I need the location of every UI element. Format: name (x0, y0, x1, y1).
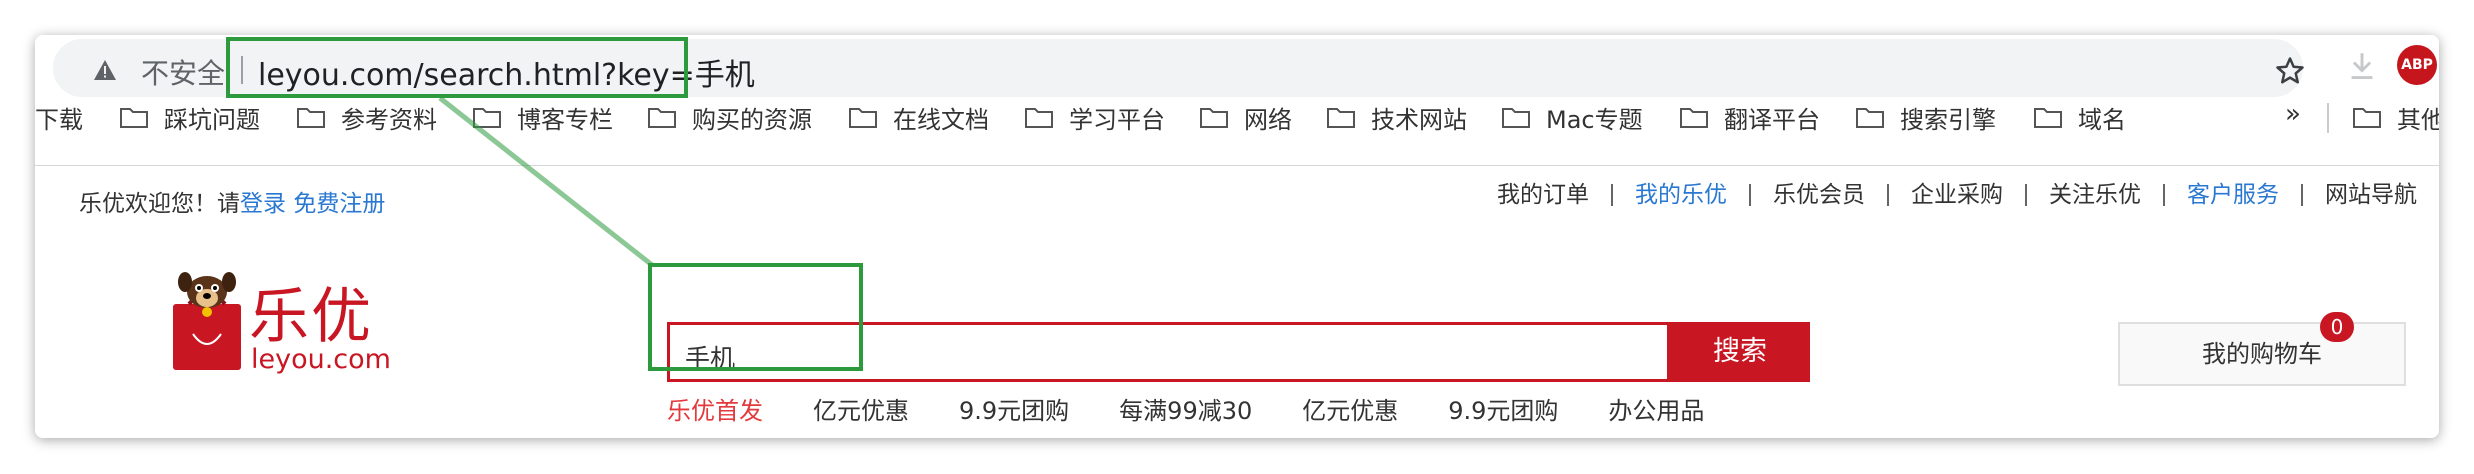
bookmark-folder[interactable]: 翻译平台 (1680, 99, 1820, 135)
hot-keywords: 乐优首发 亿元优惠 9.9元团购 每满99减30 亿元优惠 9.9元团购 办公用… (667, 391, 1754, 426)
site-logo[interactable]: 乐优 leyou.com (165, 264, 405, 375)
bookmark-label: 踩坑问题 (164, 105, 260, 134)
logo-chinese: 乐优 (249, 282, 373, 352)
hotword-link[interactable]: 亿元优惠 (1302, 391, 1398, 426)
bookmark-label: 博客专栏 (517, 105, 613, 134)
bookmark-folder[interactable]: 购买的资源 (648, 99, 812, 135)
login-link[interactable]: 登录 (240, 191, 286, 217)
download-icon[interactable] (2348, 51, 2376, 81)
bookmark-folder[interactable]: 参考资料 (297, 99, 437, 135)
folder-icon (1502, 108, 1530, 128)
adblock-icon[interactable]: ABP (2397, 45, 2437, 85)
nav-site-map[interactable]: 网站导航 (2301, 184, 2439, 207)
folder-icon (1856, 108, 1884, 128)
nav-my-orders[interactable]: 我的订单 (1475, 184, 1611, 207)
bookmark-label: 域名 (2078, 105, 2126, 134)
folder-icon (2034, 108, 2062, 128)
warning-icon (94, 60, 116, 80)
security-label[interactable]: 不安全 (141, 52, 225, 92)
folder-icon (2353, 108, 2381, 128)
top-nav: 我的订单 我的乐优 乐优会员 企业采购 关注乐优 客户服务 网站导航 (1475, 184, 2439, 207)
folder-icon (1327, 108, 1355, 128)
bookmark-label: 搜索引擎 (1900, 105, 1996, 134)
nav-enterprise[interactable]: 企业采购 (1887, 184, 2025, 207)
folder-icon (1200, 108, 1228, 128)
bookmark-label: 网络 (1244, 105, 1292, 134)
bookmark-item[interactable]: 下载 (35, 99, 83, 135)
nav-membership[interactable]: 乐优会员 (1749, 184, 1887, 207)
folder-icon (648, 108, 676, 128)
bookmark-label: 翻译平台 (1724, 105, 1820, 134)
hotword-link[interactable]: 9.9元团购 (959, 391, 1069, 426)
bookmark-label: 参考资料 (341, 105, 437, 134)
bookmarks-bar: 下载 踩坑问题 参考资料 博客专栏 购买的资源 在线文档 学习平台 网络 技术网… (35, 99, 2439, 135)
hotword-link[interactable]: 9.9元团购 (1448, 391, 1558, 426)
search-highlight-box (648, 263, 863, 371)
folder-icon (473, 108, 501, 128)
bookmark-folder[interactable]: 博客专栏 (473, 99, 613, 135)
folder-icon (297, 108, 325, 128)
cart-button[interactable]: 我的购物车 (2118, 322, 2406, 386)
bookmark-label: 其他 (2397, 105, 2439, 134)
bookmark-label: Mac专题 (1546, 105, 1643, 134)
bookmark-folder[interactable]: 域名 (2034, 99, 2126, 135)
bookmarks-divider (2327, 103, 2329, 133)
bookmark-folder[interactable]: 在线文档 (849, 99, 989, 135)
star-icon[interactable] (2275, 56, 2305, 86)
folder-icon (1680, 108, 1708, 128)
bookmark-folder[interactable]: Mac专题 (1502, 99, 1643, 135)
welcome-text: 乐优欢迎您！请 (79, 191, 240, 217)
bookmarks-overflow-button[interactable]: » (2285, 99, 2301, 129)
bookmark-folder[interactable]: 技术网站 (1327, 99, 1467, 135)
folder-icon (120, 108, 148, 128)
nav-my-leyou[interactable]: 我的乐优 (1611, 184, 1749, 207)
leyou-page: 乐优欢迎您！请登录 免费注册 我的订单 我的乐优 乐优会员 企业采购 关注乐优 … (35, 166, 2439, 438)
bookmark-label: 下载 (35, 105, 83, 134)
welcome-bar: 乐优欢迎您！请登录 免费注册 (79, 184, 385, 218)
bookmark-folder[interactable]: 搜索引擎 (1856, 99, 1996, 135)
hotword-link[interactable]: 亿元优惠 (813, 391, 909, 426)
logo-domain: leyou.com (251, 344, 391, 375)
bookmark-folder[interactable]: 其他 (2353, 99, 2439, 135)
bookmark-folder[interactable]: 网络 (1200, 99, 1292, 135)
bookmark-label: 购买的资源 (692, 105, 812, 134)
nav-follow[interactable]: 关注乐优 (2025, 184, 2163, 207)
register-link[interactable]: 免费注册 (293, 191, 385, 217)
url-highlight-box (226, 37, 688, 98)
hotword-link[interactable]: 乐优首发 (667, 391, 763, 426)
folder-icon (849, 108, 877, 128)
cart-count-badge: 0 (2320, 312, 2354, 342)
bookmark-label: 学习平台 (1069, 105, 1165, 134)
folder-icon (1025, 108, 1053, 128)
bookmark-folder[interactable]: 踩坑问题 (120, 99, 260, 135)
bookmark-label: 技术网站 (1371, 105, 1467, 134)
hotword-link[interactable]: 办公用品 (1608, 391, 1704, 426)
nav-customer-service[interactable]: 客户服务 (2163, 184, 2301, 207)
hotword-link[interactable]: 每满99减30 (1119, 391, 1252, 426)
bookmark-label: 在线文档 (893, 105, 989, 134)
bookmark-folder[interactable]: 学习平台 (1025, 99, 1165, 135)
search-button[interactable]: 搜索 (1670, 322, 1810, 382)
